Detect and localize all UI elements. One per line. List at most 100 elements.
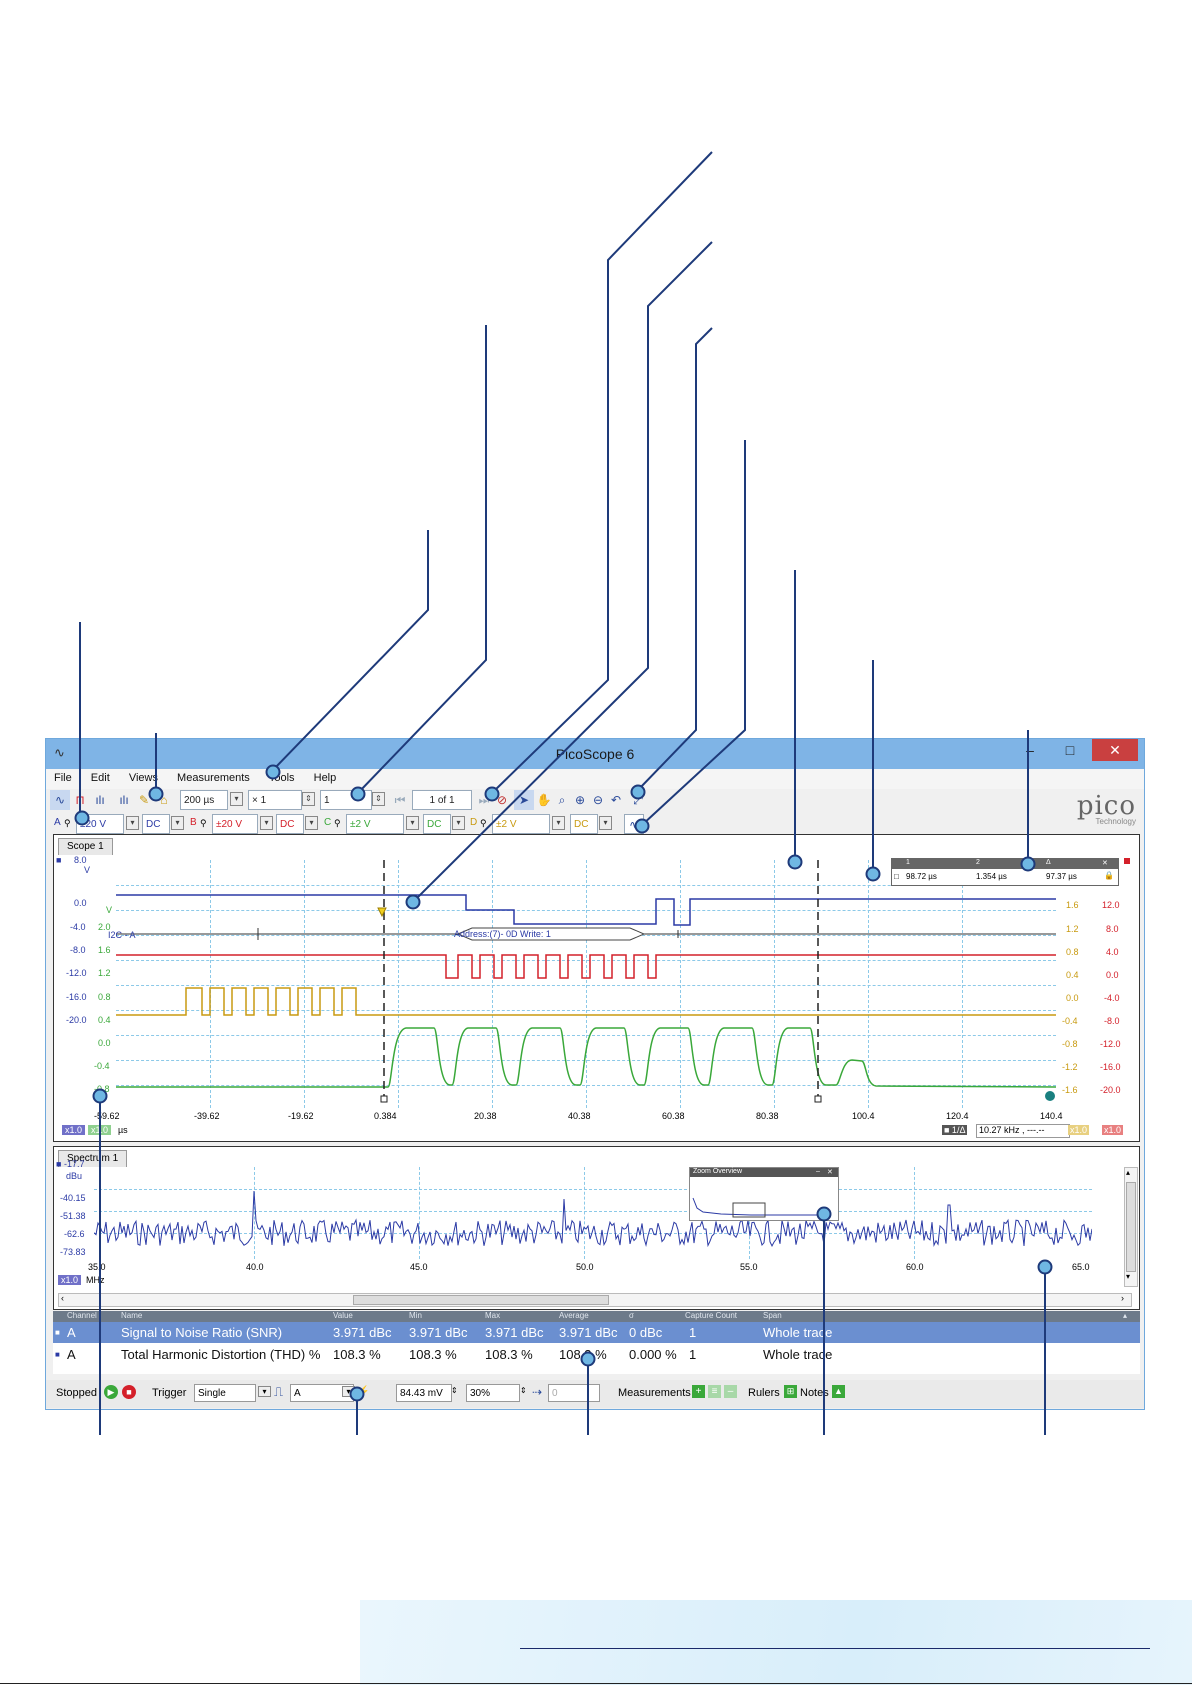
home-icon[interactable]: ⌂ bbox=[154, 790, 174, 810]
maximize-button[interactable]: □ bbox=[1052, 739, 1088, 761]
channel-c-coupling[interactable]: DC bbox=[423, 814, 451, 834]
channel-d-probe-icon[interactable]: ⚲ bbox=[480, 818, 487, 829]
menu-file[interactable]: File bbox=[46, 769, 80, 784]
trigger-level-field[interactable]: 84.43 mV bbox=[396, 1384, 452, 1402]
probe-icon[interactable]: ✎ bbox=[134, 790, 154, 810]
spectrum-plot-area[interactable] bbox=[94, 1167, 1092, 1259]
scope-mode-icon[interactable]: ∿ bbox=[50, 790, 70, 810]
zoom-area-icon[interactable]: ⌕ bbox=[552, 790, 572, 810]
pointer-tool-icon[interactable]: ➤ bbox=[514, 790, 534, 810]
chevron-right-icon[interactable]: › bbox=[1121, 1293, 1124, 1303]
scope-plot-area[interactable]: Address:(7)- 0D Write: 1 bbox=[116, 860, 1056, 1108]
zoom-badge-b[interactable]: x1.0 bbox=[1102, 1125, 1124, 1135]
level-stepper[interactable]: ⇕ bbox=[451, 1386, 458, 1395]
zoom-badge-a[interactable]: x1.0 bbox=[62, 1125, 86, 1135]
chevron-left-icon[interactable]: ‹ bbox=[61, 1293, 64, 1303]
add-spectrum-icon[interactable]: ılı bbox=[114, 790, 134, 810]
edit-measurement-icon[interactable]: ≡ bbox=[708, 1385, 721, 1398]
zoom-stepper[interactable]: ⇕ bbox=[302, 792, 315, 806]
chevron-down-icon[interactable]: ▾ bbox=[260, 816, 273, 830]
menu-edit[interactable]: Edit bbox=[83, 769, 118, 784]
chevron-down-icon[interactable]: ▾ bbox=[452, 816, 465, 830]
table-row[interactable]: ■ A Signal to Noise Ratio (SNR) 3.971 dB… bbox=[53, 1322, 1140, 1343]
frequency-icon[interactable]: ■ 1/Δ bbox=[942, 1125, 968, 1135]
pretrigger-stepper[interactable]: ⇕ bbox=[520, 1386, 527, 1395]
zoom-overview[interactable]: Zoom Overview – ✕ bbox=[689, 1167, 839, 1221]
channel-a-probe-icon[interactable]: ⚲ bbox=[64, 818, 71, 829]
math-channels-icon[interactable]: ∿ bbox=[624, 814, 644, 834]
start-icon[interactable]: ▶ bbox=[104, 1385, 118, 1399]
persistence-mode-icon[interactable]: ⊓ bbox=[70, 790, 90, 810]
minimize-button[interactable]: – bbox=[1012, 739, 1048, 761]
menu-measurements[interactable]: Measurements bbox=[169, 769, 258, 784]
table-row[interactable]: ■ A Total Harmonic Distortion (THD) % 10… bbox=[53, 1344, 1140, 1365]
samples-field[interactable]: 1 bbox=[320, 790, 372, 810]
next-buffer-icon[interactable]: ⏭ bbox=[474, 790, 494, 810]
stop-icon[interactable]: ■ bbox=[122, 1385, 136, 1399]
scrollbar-thumb[interactable] bbox=[1126, 1182, 1136, 1272]
ruler-legend[interactable]: 1 2 Δ ✕ □ 98.72 µs 1.354 µs 97.37 µs 🔒 bbox=[891, 858, 1119, 886]
minimize-icon[interactable]: – bbox=[816, 1168, 820, 1175]
spectrum-horizontal-scrollbar[interactable]: ‹ › bbox=[58, 1293, 1132, 1307]
zoom-to-fit-icon[interactable]: ⤢ bbox=[628, 790, 648, 810]
samples-stepper[interactable]: ⇕ bbox=[372, 792, 385, 806]
chevron-down-icon[interactable]: ▾ bbox=[171, 816, 184, 830]
post-trigger-delay-icon[interactable]: ⇢ bbox=[532, 1385, 542, 1399]
lock-icon[interactable]: 🔒 bbox=[1104, 871, 1114, 880]
buffer-navigator[interactable]: 1 of 1 bbox=[412, 790, 472, 810]
buffer-settings-icon[interactable]: ⊘ bbox=[492, 790, 512, 810]
delete-measurement-icon[interactable]: – bbox=[724, 1385, 737, 1398]
channel-b-probe-icon[interactable]: ⚲ bbox=[200, 818, 207, 829]
add-measurement-icon[interactable]: + bbox=[692, 1385, 705, 1398]
zoom-badge-d[interactable]: x1.0 bbox=[1068, 1125, 1090, 1135]
channel-b-coupling[interactable]: DC bbox=[276, 814, 304, 834]
pretrigger-field[interactable]: 30% bbox=[466, 1384, 520, 1402]
hand-tool-icon[interactable]: ✋ bbox=[534, 790, 554, 810]
channel-c-probe-icon[interactable]: ⚲ bbox=[334, 818, 341, 829]
scope-view[interactable]: Scope 1 Address:(7)- 0D Write: 1 ■ 8.0 V… bbox=[53, 834, 1140, 1142]
chevron-down-icon[interactable]: ▾ bbox=[258, 1386, 271, 1397]
menu-views[interactable]: Views bbox=[121, 769, 166, 784]
spectrum-mode-icon[interactable]: ılı bbox=[90, 790, 110, 810]
zoom-out-icon[interactable]: ⊖ bbox=[588, 790, 608, 810]
chevron-down-icon[interactable]: ▾ bbox=[230, 792, 243, 806]
chevron-down-icon[interactable]: ▾ bbox=[305, 816, 318, 830]
zoom-badge-c[interactable]: x1.0 bbox=[88, 1125, 112, 1135]
zoom-badge-spectrum[interactable]: x1.0 bbox=[58, 1275, 82, 1285]
chevron-down-icon[interactable]: ▾ bbox=[552, 816, 565, 830]
delay-field[interactable]: 0 bbox=[548, 1384, 600, 1402]
undo-zoom-icon[interactable]: ↶ bbox=[606, 790, 626, 810]
spectrum-vertical-scrollbar[interactable]: ▴ ▾ bbox=[1124, 1167, 1138, 1287]
chevron-down-icon[interactable]: ▾ bbox=[126, 816, 139, 830]
title-bar[interactable]: ∿ PicoScope 6 – □ ✕ bbox=[46, 739, 1144, 769]
menu-help[interactable]: Help bbox=[306, 769, 345, 784]
rulers-icon[interactable]: ⊞ bbox=[784, 1385, 797, 1398]
spectrum-view[interactable]: Spectrum 1 ■ -17.7 dBu -40.15 -51.38 -62… bbox=[53, 1146, 1140, 1310]
zoom-in-icon[interactable]: ⊕ bbox=[570, 790, 590, 810]
channel-c-range[interactable]: ±2 V bbox=[346, 814, 404, 834]
channel-d-range[interactable]: ±2 V bbox=[492, 814, 550, 834]
trigger-mode-select[interactable]: Single bbox=[194, 1384, 256, 1402]
zoom-field[interactable]: × 1 bbox=[248, 790, 302, 810]
chevron-down-icon[interactable]: ▾ bbox=[599, 816, 612, 830]
menu-tools[interactable]: Tools bbox=[261, 769, 303, 784]
rising-edge-icon[interactable]: ⎍ bbox=[274, 1384, 283, 1400]
axis-handle-icon[interactable]: ■ bbox=[56, 1159, 61, 1169]
chevron-down-icon[interactable]: ▾ bbox=[342, 1386, 355, 1397]
tab-scope-1[interactable]: Scope 1 bbox=[58, 838, 113, 855]
channel-a-coupling[interactable]: DC bbox=[142, 814, 170, 834]
previous-buffer-icon[interactable]: ⏮ bbox=[390, 790, 410, 810]
chevron-up-icon[interactable]: ▴ bbox=[1126, 1168, 1130, 1177]
notes-icon[interactable]: ▲ bbox=[832, 1385, 845, 1398]
channel-d-coupling[interactable]: DC bbox=[570, 814, 598, 834]
channel-a-range[interactable]: ±20 V bbox=[76, 814, 124, 834]
trigger-advanced-icon[interactable]: ⚡ bbox=[356, 1385, 370, 1398]
close-button[interactable]: ✕ bbox=[1092, 739, 1138, 761]
timebase-select[interactable]: 200 µs bbox=[180, 790, 228, 810]
close-icon[interactable]: ✕ bbox=[827, 1168, 833, 1176]
chevron-down-icon[interactable]: ▾ bbox=[1126, 1272, 1130, 1281]
scrollbar-thumb[interactable] bbox=[353, 1295, 609, 1305]
chevron-down-icon[interactable]: ▾ bbox=[406, 816, 419, 830]
close-icon[interactable]: ✕ bbox=[1102, 859, 1108, 867]
axis-handle-icon[interactable]: ■ bbox=[56, 855, 61, 865]
